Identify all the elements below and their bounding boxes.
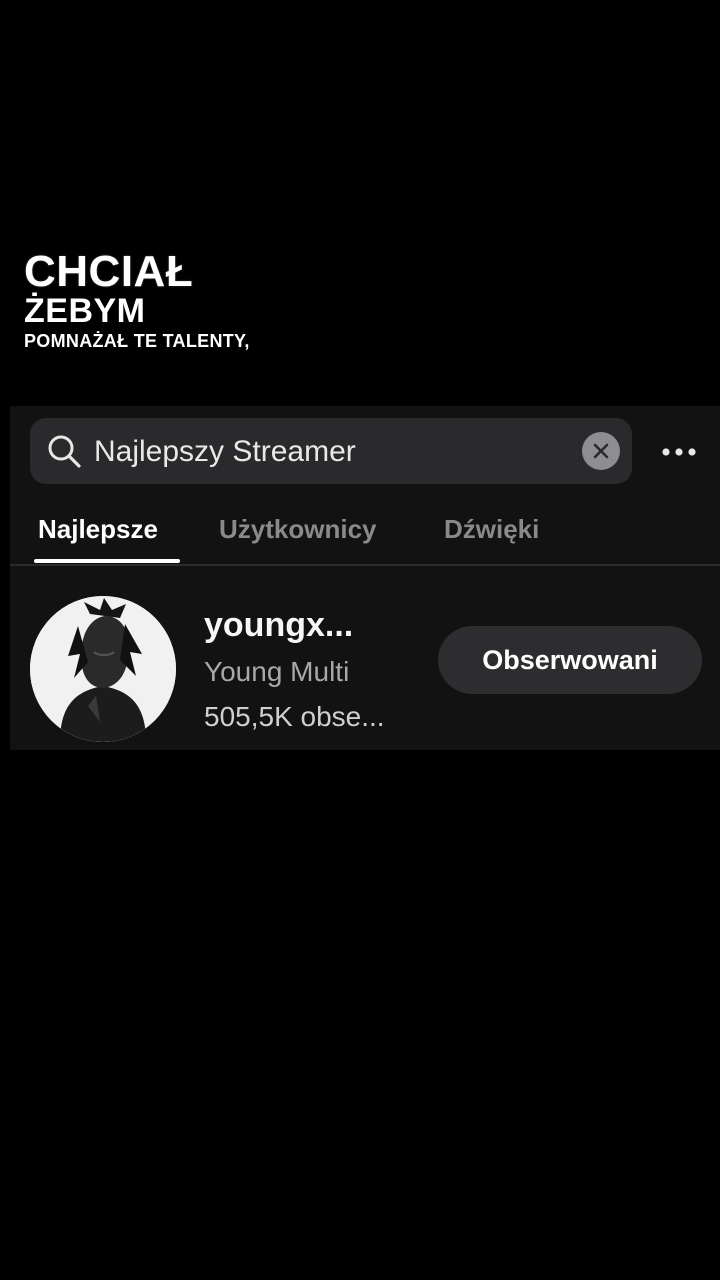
active-tab-indicator — [34, 559, 180, 563]
caption-line-1: CHCIAŁ — [24, 247, 194, 296]
search-input[interactable]: Najlepszy Streamer — [30, 418, 632, 484]
search-query: Najlepszy Streamer — [94, 435, 356, 468]
result-follower-count: 505,5K obse... — [204, 701, 385, 732]
tab-dzwieki[interactable]: Dźwięki — [444, 514, 539, 545]
search-icon — [46, 433, 82, 469]
caption-line-3: POMNAŻAŁ TE TALENTY, — [24, 331, 250, 351]
search-results-screenshot: Najlepszy Streamer Najlepsze Użytkownicy… — [10, 406, 720, 750]
clear-search-button[interactable] — [582, 432, 620, 470]
video-caption: CHCIAŁ ŻEBYM POMNAŻAŁ TE TALENTY, — [24, 247, 250, 351]
result-display-name: Young Multi — [204, 656, 350, 687]
search-tabs: Najlepsze Użytkownicy Dźwięki — [10, 500, 720, 566]
caption-line-2: ŻEBYM — [24, 292, 146, 330]
result-username[interactable]: youngx... — [204, 606, 353, 645]
tab-najlepsze[interactable]: Najlepsze — [38, 514, 158, 545]
tab-uzytkownicy[interactable]: Użytkownicy — [219, 514, 377, 545]
user-result-row[interactable]: youngx... Young Multi 505,5K obse... Obs… — [10, 586, 720, 746]
following-button[interactable]: Obserwowani — [438, 626, 702, 694]
close-icon — [593, 443, 609, 459]
more-horizontal-icon[interactable] — [660, 440, 700, 464]
avatar[interactable] — [30, 596, 176, 742]
search-bar-row: Najlepszy Streamer — [30, 418, 720, 484]
